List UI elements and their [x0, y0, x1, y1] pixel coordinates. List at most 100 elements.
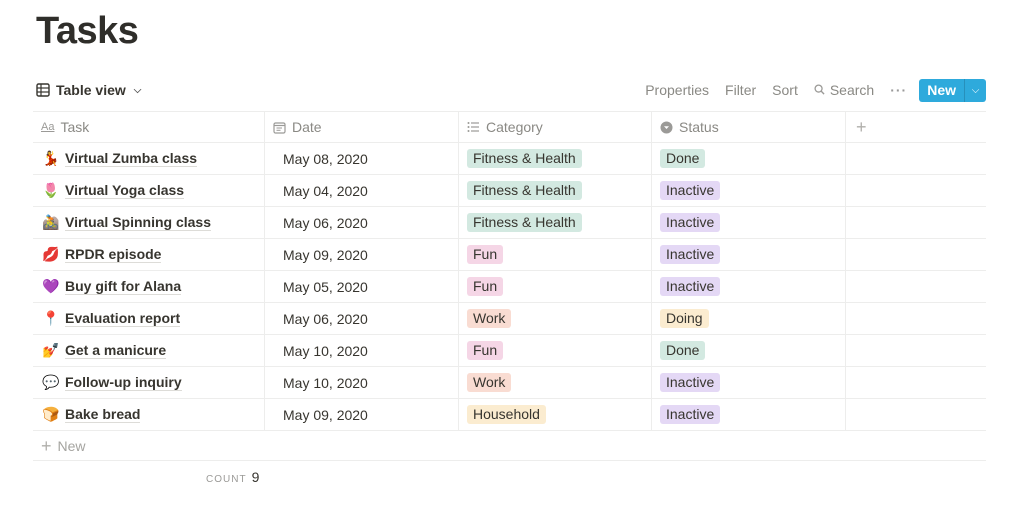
task-emoji-icon: 💅 [42, 342, 60, 358]
category-cell[interactable]: Fitness & Health [459, 207, 652, 238]
add-row-label: New [57, 437, 86, 454]
view-switcher[interactable]: Table view ⌵ [36, 82, 141, 98]
date-cell[interactable]: May 05, 2020 [265, 271, 459, 302]
date-cell[interactable]: May 08, 2020 [265, 143, 459, 174]
task-name[interactable]: Bake bread [65, 406, 141, 423]
table-row[interactable]: 💬 Follow-up inquiry May 10, 2020 Work Inacti… [33, 367, 986, 399]
date-value: May 08, 2020 [283, 150, 368, 167]
date-cell[interactable]: May 10, 2020 [265, 367, 459, 398]
task-emoji-icon: 💜 [42, 278, 60, 294]
empty-cell[interactable] [846, 271, 986, 302]
status-cell[interactable]: Inactive [652, 239, 846, 270]
new-dropdown-chevron-icon[interactable]: ⌵ [964, 78, 986, 102]
category-cell[interactable]: Fun [459, 239, 652, 270]
task-cell[interactable]: 🌷 Virtual Yoga class [33, 175, 265, 206]
column-header-category[interactable]: Category [459, 112, 652, 142]
task-cell[interactable]: 🍞 Bake bread [33, 399, 265, 430]
category-cell[interactable]: Household [459, 399, 652, 430]
list-icon [467, 121, 480, 133]
count-label: COUNT [206, 474, 247, 485]
task-cell[interactable]: 📍 Evaluation report [33, 303, 265, 334]
table-row[interactable]: 🚵 Virtual Spinning class May 06, 2020 Fitne… [33, 207, 986, 239]
date-cell[interactable]: May 06, 2020 [265, 207, 459, 238]
empty-cell[interactable] [846, 175, 986, 206]
task-cell[interactable]: 💅 Get a manicure [33, 335, 265, 366]
table-row[interactable]: 💋 RPDR episode May 09, 2020 Fun Inactive [33, 239, 986, 271]
empty-cell[interactable] [846, 335, 986, 366]
task-cell[interactable]: 💋 RPDR episode [33, 239, 265, 270]
date-cell[interactable]: May 10, 2020 [265, 335, 459, 366]
status-cell[interactable]: Inactive [652, 367, 846, 398]
empty-cell[interactable] [846, 303, 986, 334]
add-row-button[interactable]: + New [33, 431, 986, 461]
add-column-button[interactable]: + [846, 112, 986, 142]
task-cell[interactable]: 💜 Buy gift for Alana [33, 271, 265, 302]
status-cell[interactable]: Done [652, 335, 846, 366]
category-cell[interactable]: Fun [459, 271, 652, 302]
category-cell[interactable]: Fitness & Health [459, 175, 652, 206]
category-cell[interactable]: Work [459, 303, 652, 334]
task-cell[interactable]: 💬 Follow-up inquiry [33, 367, 265, 398]
task-cell[interactable]: 💃 Virtual Zumba class [33, 143, 265, 174]
category-cell[interactable]: Work [459, 367, 652, 398]
filter-button[interactable]: Filter [717, 82, 764, 98]
empty-cell[interactable] [846, 367, 986, 398]
empty-cell[interactable] [846, 207, 986, 238]
more-options-icon[interactable]: ··· [882, 82, 915, 98]
date-value: May 04, 2020 [283, 182, 368, 199]
properties-button[interactable]: Properties [637, 82, 717, 98]
count-value: 9 [251, 469, 260, 485]
category-cell[interactable]: Fun [459, 335, 652, 366]
status-cell[interactable]: Inactive [652, 207, 846, 238]
chevron-down-icon: ⌵ [133, 84, 142, 96]
table-row[interactable]: 💃 Virtual Zumba class May 08, 2020 Fitness … [33, 143, 986, 175]
table-row[interactable]: 💜 Buy gift for Alana May 05, 2020 Fun Inacti… [33, 271, 986, 303]
status-cell[interactable]: Inactive [652, 175, 846, 206]
empty-cell[interactable] [846, 239, 986, 270]
date-cell[interactable]: May 06, 2020 [265, 303, 459, 334]
date-cell[interactable]: May 04, 2020 [265, 175, 459, 206]
calendar-icon [273, 121, 286, 134]
task-emoji-icon: 🚵 [42, 214, 60, 230]
empty-cell[interactable] [846, 143, 986, 174]
task-name[interactable]: Evaluation report [65, 310, 181, 327]
status-badge: Done [660, 341, 706, 360]
plus-icon: + [41, 435, 52, 456]
count-summary[interactable]: COUNT 9 [206, 469, 259, 485]
column-header-status[interactable]: Status [652, 112, 846, 142]
table-row[interactable]: 🍞 Bake bread May 09, 2020 Household Inactive [33, 399, 986, 431]
category-tag: Fitness & Health [467, 149, 582, 168]
task-name[interactable]: Buy gift for Alana [65, 278, 182, 295]
task-cell[interactable]: 🚵 Virtual Spinning class [33, 207, 265, 238]
table-row[interactable]: 💅 Get a manicure May 10, 2020 Fun Done [33, 335, 986, 367]
status-badge: Inactive [660, 181, 721, 200]
column-header-task[interactable]: Aa Task [33, 112, 265, 142]
view-toolbar: Table view ⌵ Properties Filter Sort Sear… [36, 78, 986, 102]
task-name[interactable]: Virtual Spinning class [65, 214, 212, 231]
status-cell[interactable]: Done [652, 143, 846, 174]
search-button[interactable]: Search [806, 82, 882, 98]
table-row[interactable]: 🌷 Virtual Yoga class May 04, 2020 Fitness &… [33, 175, 986, 207]
task-name[interactable]: Virtual Yoga class [65, 182, 185, 199]
new-button[interactable]: New [919, 79, 964, 102]
column-header-date[interactable]: Date [265, 112, 459, 142]
category-cell[interactable]: Fitness & Health [459, 143, 652, 174]
text-property-icon: Aa [41, 121, 55, 133]
task-name[interactable]: RPDR episode [65, 246, 162, 263]
task-name[interactable]: Follow-up inquiry [65, 374, 182, 391]
status-badge: Inactive [660, 373, 721, 392]
sort-button[interactable]: Sort [764, 82, 806, 98]
date-value: May 06, 2020 [283, 310, 368, 327]
page-title: Tasks [36, 10, 139, 52]
status-cell[interactable]: Inactive [652, 271, 846, 302]
date-cell[interactable]: May 09, 2020 [265, 239, 459, 270]
status-badge: Inactive [660, 213, 721, 232]
empty-cell[interactable] [846, 399, 986, 430]
date-cell[interactable]: May 09, 2020 [265, 399, 459, 430]
table-row[interactable]: 📍 Evaluation report May 06, 2020 Work Doing [33, 303, 986, 335]
status-cell[interactable]: Inactive [652, 399, 846, 430]
column-header-label: Category [486, 119, 543, 135]
task-name[interactable]: Virtual Zumba class [65, 150, 198, 167]
status-cell[interactable]: Doing [652, 303, 846, 334]
task-name[interactable]: Get a manicure [65, 342, 167, 359]
